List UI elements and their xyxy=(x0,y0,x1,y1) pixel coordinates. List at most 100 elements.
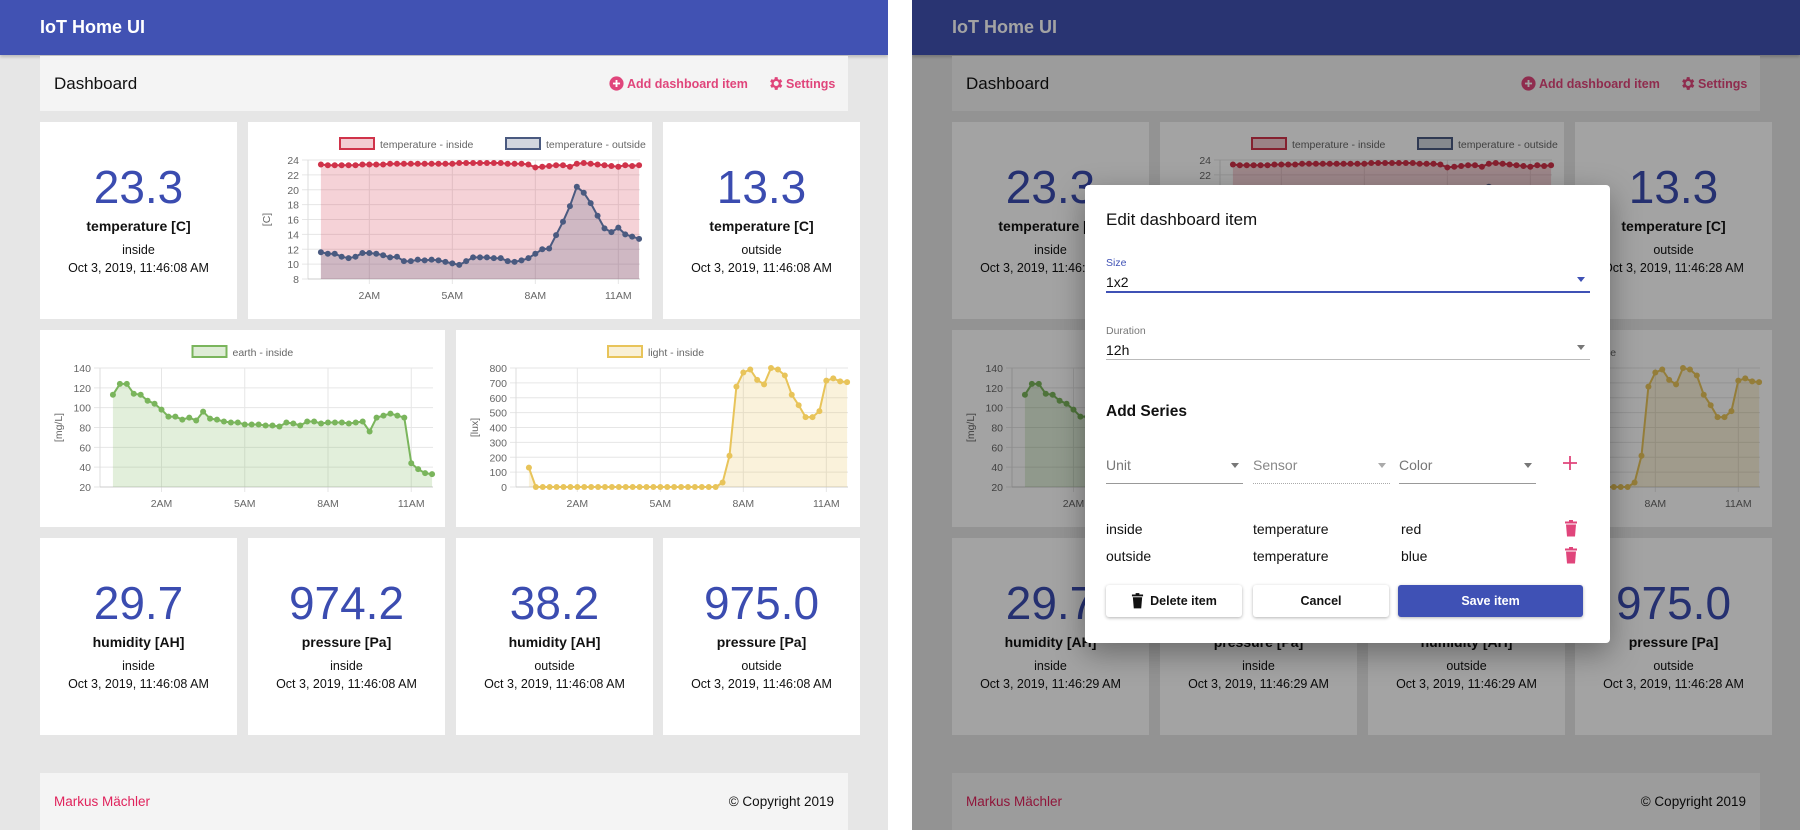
data-point xyxy=(373,414,380,421)
stat-value: 975.0 xyxy=(703,577,820,629)
stat-card[interactable]: 974.2 pressure [Pa] inside Oct 3, 2019, … xyxy=(248,538,445,735)
data-point xyxy=(483,254,490,261)
y-tick-label: 60 xyxy=(79,442,91,454)
data-point xyxy=(497,255,504,262)
data-point xyxy=(338,419,345,426)
unit-select[interactable]: Unit xyxy=(1106,457,1243,485)
data-point xyxy=(317,161,324,168)
data-point xyxy=(283,419,290,426)
data-point xyxy=(429,471,436,478)
data-point xyxy=(497,159,504,166)
add-dashboard-item-button[interactable]: Add dashboard item xyxy=(608,75,748,92)
stat-timestamp: Oct 3, 2019, 11:46:08 AM xyxy=(484,677,625,691)
page-title: Dashboard xyxy=(54,74,138,93)
stat-sensor: outside xyxy=(741,659,782,673)
y-tick-label: 80 xyxy=(79,423,91,435)
data-point xyxy=(768,365,774,371)
settings-button[interactable]: Settings xyxy=(767,75,835,92)
stat-sensor: outside xyxy=(534,659,575,673)
temperature-chart: temperature - inside temperature - outsid… xyxy=(261,137,646,302)
data-point xyxy=(401,414,408,421)
size-select[interactable]: Size 1x2 xyxy=(1106,257,1590,293)
delete-item-button[interactable]: Delete item xyxy=(1106,585,1242,617)
data-point xyxy=(622,162,629,169)
x-tick-label: 2AM xyxy=(151,498,173,510)
delete-series-button[interactable] xyxy=(1564,547,1578,567)
color-select[interactable]: Color xyxy=(1399,457,1536,485)
y-tick-label: 100 xyxy=(73,403,91,415)
data-point xyxy=(518,160,525,167)
data-point xyxy=(338,162,345,169)
stat-card[interactable]: 975.0 pressure [Pa] outside Oct 3, 2019,… xyxy=(663,538,860,735)
legend-label: earth - inside xyxy=(233,347,294,359)
data-point xyxy=(490,159,497,166)
data-point xyxy=(594,212,601,219)
data-point xyxy=(795,402,802,409)
y-axis-label: [C] xyxy=(261,213,273,227)
data-point xyxy=(325,419,331,426)
data-point xyxy=(435,160,442,167)
y-tick-label: 10 xyxy=(287,259,299,271)
data-point xyxy=(400,258,407,265)
data-point xyxy=(823,377,830,384)
duration-value: 12h xyxy=(1106,342,1130,358)
y-tick-label: 14 xyxy=(287,229,299,241)
sensor-placeholder: Sensor xyxy=(1253,457,1298,473)
y-tick-label: 200 xyxy=(489,452,507,464)
data-point xyxy=(622,484,629,490)
duration-select[interactable]: Duration 12h xyxy=(1106,325,1590,361)
data-point xyxy=(594,161,601,168)
sensor-select[interactable]: Sensor xyxy=(1253,457,1390,485)
unit-underline xyxy=(1106,483,1243,484)
data-point xyxy=(442,258,449,265)
add-series-button[interactable] xyxy=(1562,452,1578,476)
data-point xyxy=(352,253,359,260)
stat-card[interactable]: 29.7 humidity [AH] inside Oct 3, 2019, 1… xyxy=(40,538,237,735)
stat-card[interactable]: 23.3 temperature [C] inside Oct 3, 2019,… xyxy=(40,122,237,319)
light-chart-card[interactable]: light - inside 0 100 200 300 400 500 600 700 800 2… xyxy=(456,330,860,527)
data-point xyxy=(470,159,477,166)
data-point xyxy=(802,414,809,421)
data-point xyxy=(539,484,546,490)
data-point xyxy=(394,412,401,419)
data-point xyxy=(380,412,387,419)
series-sensor: inside xyxy=(1106,521,1143,537)
author-link[interactable]: Markus Mächler xyxy=(54,794,150,809)
data-point xyxy=(359,161,366,168)
data-point xyxy=(470,254,477,261)
data-point xyxy=(560,484,567,490)
light-chart: light - inside 0 100 200 300 400 500 600 700 800 2… xyxy=(469,345,851,510)
gear-icon xyxy=(770,77,783,90)
data-point xyxy=(567,484,574,490)
data-point xyxy=(477,254,483,261)
data-point xyxy=(511,258,518,265)
data-point xyxy=(581,484,588,490)
data-point xyxy=(574,484,581,490)
data-point xyxy=(546,484,553,490)
data-point xyxy=(449,260,456,267)
cancel-button[interactable]: Cancel xyxy=(1253,585,1389,617)
data-point xyxy=(352,162,359,169)
stat-card[interactable]: 13.3 temperature [C] outside Oct 3, 2019… xyxy=(663,122,860,319)
delete-series-button[interactable] xyxy=(1564,520,1578,540)
y-tick-label: 18 xyxy=(287,200,299,212)
data-point xyxy=(442,160,449,167)
earth-chart-card[interactable]: earth - inside 20 40 60 80 100 120 140 2AM 5AM 8AM… xyxy=(40,330,445,527)
data-point xyxy=(255,421,262,428)
data-point xyxy=(733,383,740,390)
data-point xyxy=(345,420,352,427)
data-point xyxy=(580,159,587,166)
y-tick-label: 8 xyxy=(293,274,299,286)
y-tick-label: 400 xyxy=(489,423,507,435)
unit-placeholder: Unit xyxy=(1106,457,1131,473)
save-item-button[interactable]: Save item xyxy=(1398,585,1583,617)
data-point xyxy=(573,160,580,167)
stat-card[interactable]: 38.2 humidity [AH] outside Oct 3, 2019, … xyxy=(456,538,653,735)
data-point xyxy=(414,256,421,263)
data-point xyxy=(726,452,733,459)
data-point xyxy=(400,160,407,167)
data-point xyxy=(463,159,470,166)
temperature-chart-card[interactable]: temperature - inside temperature - outsid… xyxy=(248,122,652,319)
data-point xyxy=(456,261,463,268)
data-point xyxy=(304,418,311,425)
